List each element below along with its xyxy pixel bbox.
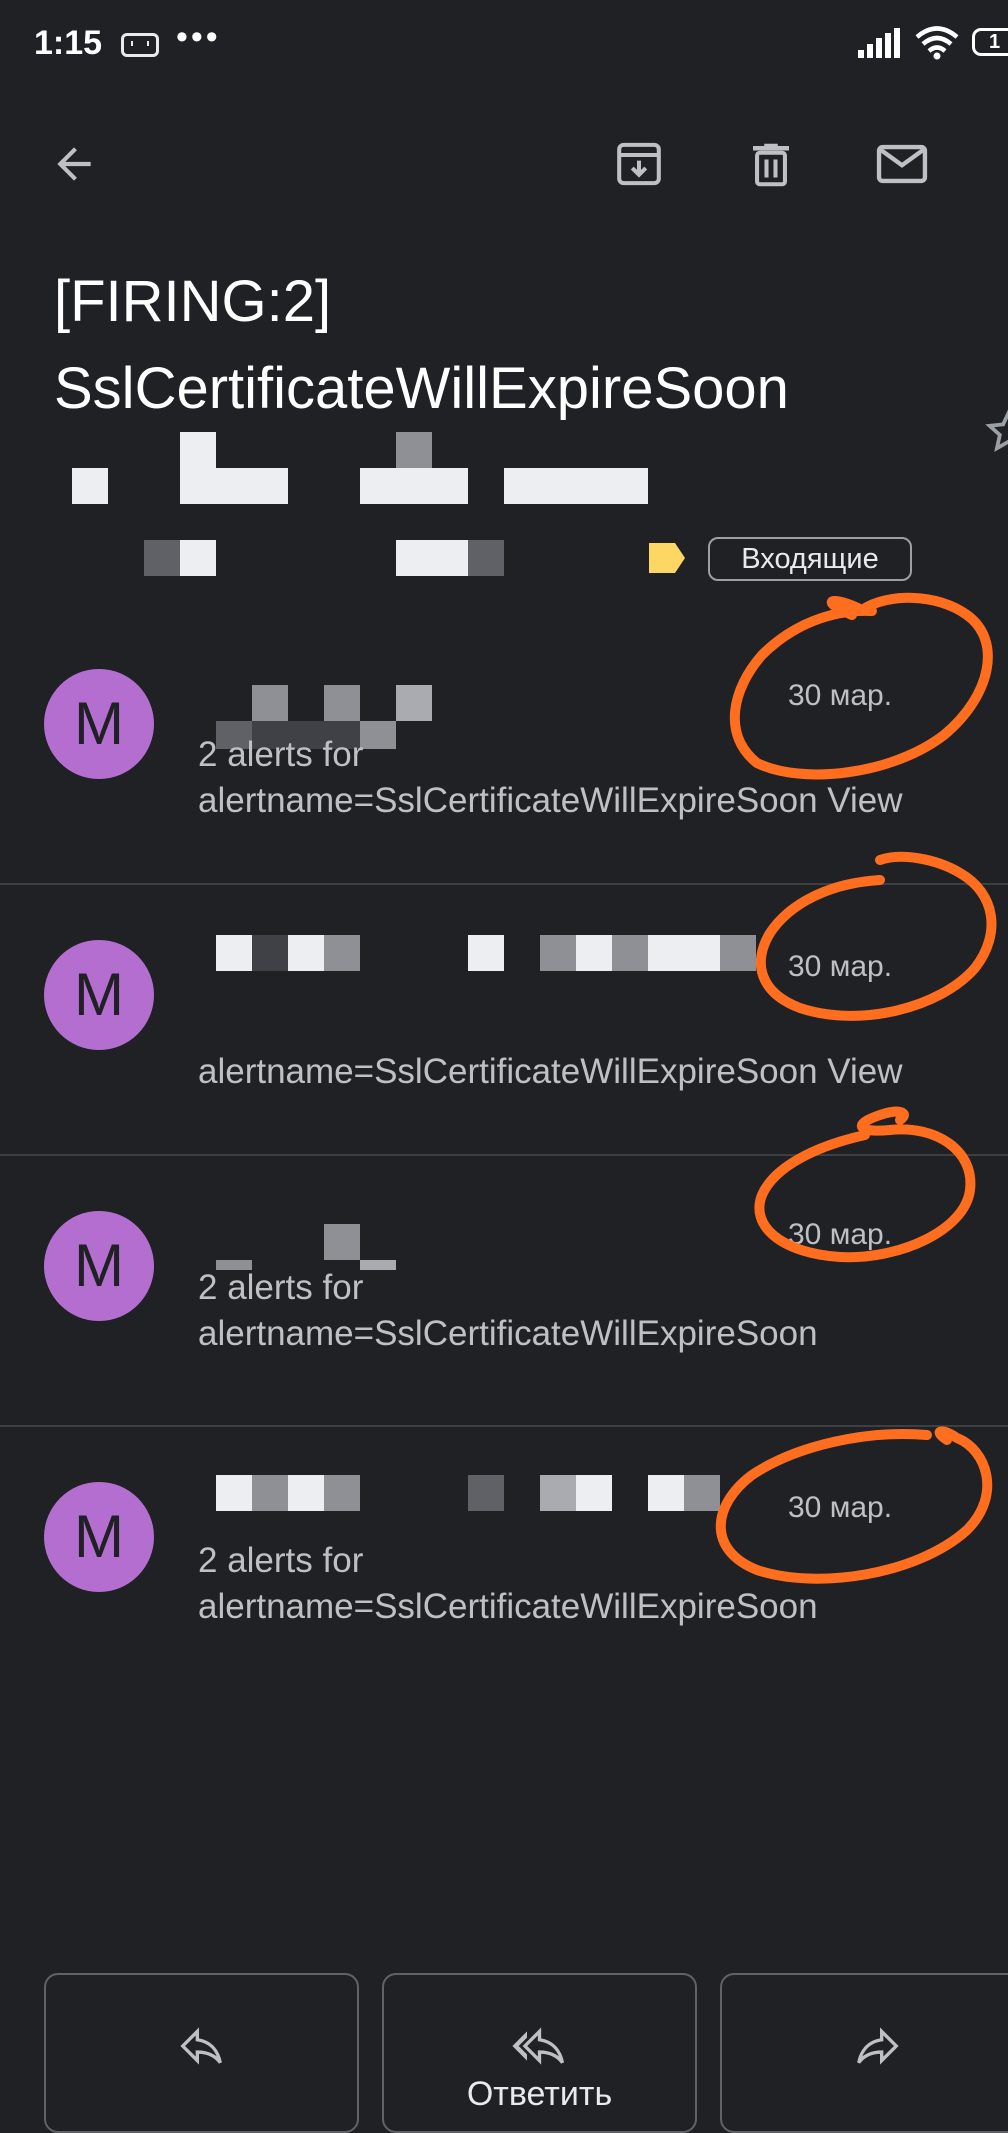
delete-button[interactable] bbox=[739, 132, 803, 196]
message-item[interactable]: M 30 мар. 2 alerts for alertname=SslCert… bbox=[0, 617, 1008, 888]
archive-icon bbox=[617, 142, 661, 186]
reply-all-button[interactable]: Ответить bbox=[382, 1973, 697, 2133]
status-bar: 1:15 ••• 1 bbox=[0, 0, 1008, 90]
reply-button[interactable] bbox=[44, 1973, 359, 2133]
wifi-icon bbox=[915, 26, 959, 60]
battery-icon: 1 bbox=[972, 28, 1008, 56]
star-icon[interactable] bbox=[984, 406, 1008, 456]
sender-avatar: M bbox=[44, 940, 154, 1050]
message-date: 30 мар. bbox=[788, 679, 893, 712]
reply-icon bbox=[180, 2027, 222, 2065]
message-date: 30 мар. bbox=[788, 950, 893, 983]
email-subject: [FIRING:2] SslCertificateWillExpireSoon bbox=[54, 258, 954, 432]
mark-unread-button[interactable] bbox=[870, 132, 934, 196]
sim-card-icon bbox=[121, 33, 159, 57]
sender-avatar: M bbox=[44, 669, 154, 779]
sender-avatar: M bbox=[44, 1482, 154, 1592]
message-item[interactable]: M 30 мар. alertname=SslCertificateWillEx… bbox=[0, 885, 1008, 1156]
cellular-signal-icon bbox=[858, 28, 900, 58]
forward-icon bbox=[857, 2027, 899, 2065]
archive-button[interactable] bbox=[607, 132, 671, 196]
label-tag-icon bbox=[649, 543, 685, 573]
forward-button[interactable] bbox=[720, 1973, 1008, 2133]
message-item[interactable]: M 30 мар. 2 alerts for alertname=SslCert… bbox=[0, 1427, 1008, 1698]
inbox-label-chip[interactable]: Входящие bbox=[708, 537, 912, 581]
message-snippet: 2 alerts for alertname=SslCertificateWil… bbox=[198, 1541, 818, 1626]
message-date: 30 мар. bbox=[788, 1218, 893, 1251]
message-snippet: 2 alerts for alertname=SslCertificateWil… bbox=[198, 735, 903, 820]
status-time: 1:15 bbox=[34, 24, 103, 62]
back-button[interactable] bbox=[42, 132, 106, 196]
reply-all-icon bbox=[512, 2027, 565, 2065]
message-snippet: alertname=SslCertificateWillExpireSoon V… bbox=[198, 1052, 903, 1091]
sender-avatar: M bbox=[44, 1211, 154, 1321]
subject-line-1: [FIRING:2] bbox=[54, 269, 332, 334]
subject-line-2: SslCertificateWillExpireSoon bbox=[54, 356, 789, 421]
message-snippet: 2 alerts for alertname=SslCertificateWil… bbox=[198, 1268, 818, 1353]
message-item[interactable]: M 30 мар. 2 alerts for alertname=SslCert… bbox=[0, 1156, 1008, 1427]
more-notifications-icon: ••• bbox=[176, 18, 221, 56]
message-date: 30 мар. bbox=[788, 1491, 893, 1524]
mail-icon bbox=[876, 144, 928, 184]
reply-all-label: Ответить bbox=[466, 2075, 613, 2113]
arrow-left-icon bbox=[57, 147, 91, 181]
trash-icon bbox=[753, 143, 789, 187]
